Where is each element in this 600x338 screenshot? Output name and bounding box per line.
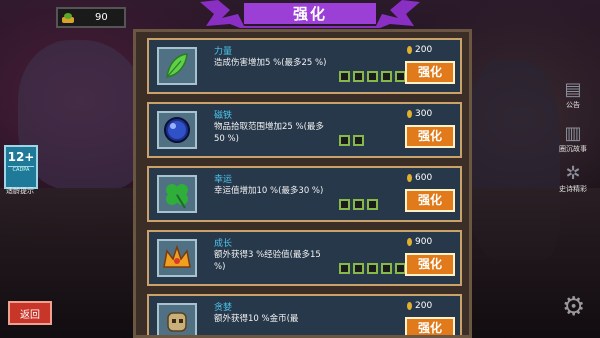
coin-bag-icon: [61, 12, 75, 24]
settings-gear-icon[interactable]: ⚙: [562, 292, 585, 322]
price-value: 300: [415, 109, 433, 119]
page-title: 强化: [292, 5, 327, 23]
upgrade-card-growth: 成长 额外获得3 %经验值(最多15 %) 900 强化: [147, 230, 462, 286]
price-value: 200: [415, 301, 433, 311]
upgrade-desc: 额外获得3 %经验值(最多15 %): [214, 250, 321, 272]
coin-counter: 90: [56, 7, 126, 28]
upgrade-desc: 造成伤害增加5 %(最多25 %): [214, 58, 327, 68]
upgrade-desc: 额外获得10 %金币(最: [214, 314, 299, 324]
level-pip: [339, 71, 350, 82]
level-pip: [381, 71, 392, 82]
upgrade-name: 贪婪: [214, 303, 233, 313]
upgrade-button[interactable]: 强化: [405, 61, 455, 84]
upgrade-price: 900: [407, 237, 432, 247]
coin-icon: [407, 46, 412, 54]
skull-icon: [157, 303, 197, 335]
upgrade-card-luck: 幸运 幸运值增加10 %(最多30 %) 600 强化: [147, 166, 462, 222]
upgrade-price: 200: [407, 45, 432, 55]
clover-icon: [157, 175, 197, 213]
highlights-icon: ✲: [565, 163, 581, 184]
upgrade-button[interactable]: 强化: [405, 125, 455, 148]
upgrade-name: 成长: [214, 239, 233, 249]
upgrade-price: 200: [407, 301, 432, 311]
level-pip: [339, 263, 350, 274]
upgrade-panel[interactable]: 力量 造成伤害增加5 %(最多25 %) 200 强化 磁铁 物品拾取范围增加2…: [133, 29, 472, 338]
title-banner: 强化: [200, 0, 420, 28]
orb-icon: [157, 111, 197, 149]
level-pip: [353, 263, 364, 274]
highlights-button[interactable]: ✲ 史诗精彩: [553, 164, 593, 194]
age-rating-org: CADPA: [8, 166, 34, 173]
age-rating-badge[interactable]: 12+ CADPA: [4, 145, 38, 189]
level-pip: [339, 135, 350, 146]
coin-icon: [407, 174, 412, 182]
upgrade-desc: 物品拾取范围增加25 %(最多50 %): [214, 122, 324, 144]
announcement-icon: ▤: [564, 79, 582, 100]
upgrade-button[interactable]: 强化: [405, 253, 455, 276]
upgrade-price: 300: [407, 109, 432, 119]
upgrade-card-magnet: 磁铁 物品拾取范围增加25 %(最多50 %) 300 强化: [147, 102, 462, 158]
announcement-button[interactable]: ▤ 公告: [553, 80, 593, 110]
back-button[interactable]: 返回: [8, 301, 52, 325]
feedback-label: 圈沉故事: [559, 145, 587, 153]
level-pip: [339, 199, 350, 210]
level-pips: [339, 71, 406, 82]
level-pips: [339, 135, 364, 146]
upgrade-button[interactable]: 强化: [405, 317, 455, 335]
level-pip: [381, 263, 392, 274]
feedback-button[interactable]: ▥ 圈沉故事: [553, 124, 593, 154]
level-pip: [353, 135, 364, 146]
highlights-label: 史诗精彩: [559, 185, 587, 193]
leaf-icon: [157, 47, 197, 85]
age-rating: 12+: [7, 150, 35, 164]
upgrade-name: 幸运: [214, 175, 233, 185]
level-pip: [367, 199, 378, 210]
level-pip: [353, 199, 364, 210]
upgrade-name: 磁铁: [214, 111, 233, 121]
level-pip: [353, 71, 364, 82]
level-pips: [339, 263, 406, 274]
coin-icon: [407, 302, 412, 310]
upgrade-name: 力量: [214, 47, 233, 57]
level-pip: [367, 71, 378, 82]
upgrade-card-strength: 力量 造成伤害增加5 %(最多25 %) 200 强化: [147, 38, 462, 94]
upgrade-desc: 幸运值增加10 %(最多30 %): [214, 186, 324, 196]
coin-count: 90: [95, 12, 108, 23]
upgrade-price: 600: [407, 173, 432, 183]
price-value: 900: [415, 237, 433, 247]
age-tip-label: 适龄提示: [6, 187, 34, 195]
feedback-icon: ▥: [564, 123, 582, 144]
crown-icon: [157, 239, 197, 277]
announcement-label: 公告: [566, 101, 580, 109]
level-pips: [339, 199, 378, 210]
price-value: 200: [415, 45, 433, 55]
coin-icon: [407, 110, 412, 118]
coin-icon: [407, 238, 412, 246]
price-value: 600: [415, 173, 433, 183]
upgrade-card-greed: 贪婪 额外获得10 %金币(最 200 强化: [147, 294, 462, 335]
level-pip: [367, 263, 378, 274]
upgrade-button[interactable]: 强化: [405, 189, 455, 212]
